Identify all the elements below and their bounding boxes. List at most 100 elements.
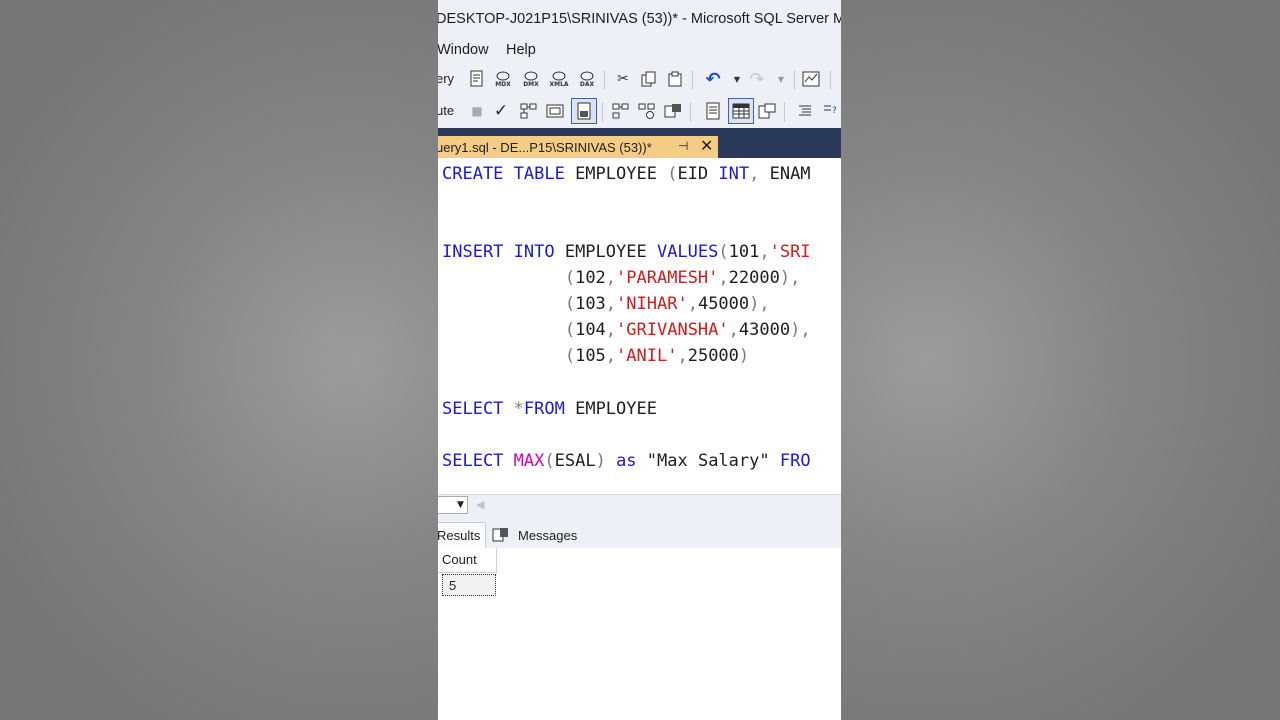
code-token: (	[564, 320, 576, 340]
code-token: ESAL	[554, 451, 596, 471]
code-token: SELECT	[442, 451, 514, 471]
client-stats-icon[interactable]	[664, 102, 682, 120]
code-token: )	[738, 346, 750, 366]
pin-icon[interactable]: ⊣	[678, 139, 688, 153]
live-stats-icon[interactable]	[638, 102, 656, 120]
new-query-label[interactable]: ery	[438, 71, 454, 86]
tab-results-label: Results	[438, 528, 481, 543]
tab-query1[interactable]: uery1.sql - DE...P15\SRINIVAS (53))* ⊣ ✕	[438, 136, 718, 158]
code-token: (	[544, 451, 555, 471]
toolbar-separator	[602, 102, 603, 122]
cut-icon[interactable]: ✂	[614, 70, 632, 88]
undo-dropdown-icon[interactable]: ▼	[728, 70, 746, 88]
code-token: (	[564, 268, 576, 288]
scroll-left-icon[interactable]: ◀	[476, 498, 484, 511]
code-line: INSERT INTO EMPLOYEE VALUES(101,'SRI	[442, 242, 811, 262]
comment-icon[interactable]	[796, 102, 814, 120]
query-options-icon[interactable]	[546, 102, 564, 120]
dmx-icon-text: DMX	[523, 80, 539, 88]
uncomment-icon[interactable]: ?	[822, 102, 840, 120]
code-token: EID	[677, 164, 719, 184]
code-line: (102,'PARAMESH',22000),	[442, 268, 801, 288]
tab-messages-label: Messages	[518, 528, 578, 543]
paste-icon[interactable]	[666, 70, 684, 88]
code-token: )	[595, 451, 617, 471]
tab-query1-label: uery1.sql - DE...P15\SRINIVAS (53))*	[438, 140, 652, 155]
header-divider	[438, 572, 496, 573]
code-token: INT	[718, 164, 750, 184]
menu-item-help[interactable]: Help	[506, 42, 536, 58]
redo-dropdown-icon[interactable]: ▼	[772, 70, 790, 88]
tab-results[interactable]: Results	[438, 522, 486, 549]
copy-icon[interactable]	[640, 70, 658, 88]
results-grid-icon[interactable]	[732, 102, 750, 120]
code-token: ),	[749, 294, 770, 314]
results-tab-bar: Results Messages	[438, 516, 841, 549]
redo-icon[interactable]: ↷	[748, 69, 766, 90]
display-plan-icon[interactable]	[520, 102, 538, 120]
code-token: FRO	[779, 451, 811, 471]
execute-label[interactable]: ute	[438, 103, 454, 118]
results-grid: Count 5	[438, 548, 841, 720]
code-token: ,	[605, 268, 617, 288]
background-left	[0, 0, 438, 720]
query-editor[interactable]: CREATE TABLE EMPLOYEE (EID INT, ENAM INS…	[438, 158, 841, 494]
code-token: 104	[575, 320, 606, 340]
messages-icon	[492, 527, 510, 547]
code-token: 'ANIL'	[616, 346, 678, 366]
grid-cell-value: 5	[449, 578, 457, 593]
new-query-icon[interactable]	[468, 70, 486, 88]
ssms-window: DESKTOP-J021P15\SRINIVAS (53))* - Micros…	[438, 0, 841, 720]
grid-cell-selected[interactable]: 5	[442, 574, 496, 596]
mdx-icon[interactable]: MDX	[494, 70, 512, 88]
xmla-icon[interactable]: XMLA	[549, 70, 569, 88]
column-header-count[interactable]: Count	[442, 552, 477, 567]
include-plan-icon[interactable]	[612, 102, 630, 120]
code-line: (105,'ANIL',25000)	[442, 346, 749, 366]
code-token: INSERT INTO	[442, 242, 565, 262]
title-bar: DESKTOP-J021P15\SRINIVAS (53))* - Micros…	[438, 0, 841, 38]
mdx-icon-text: MDX	[495, 80, 511, 88]
code-token: 102	[575, 268, 606, 288]
code-token: ,	[718, 268, 729, 288]
code-token: 'NIHAR'	[616, 294, 688, 314]
dmx-icon[interactable]: DMX	[522, 70, 540, 88]
code-token: VALUES	[656, 242, 719, 262]
svg-text:?: ?	[832, 106, 837, 116]
code-token: *	[513, 399, 524, 419]
code-line: SELECT *FROM EMPLOYEE	[442, 399, 657, 419]
code-token: 105	[575, 346, 606, 366]
code-token: EMPLOYEE	[575, 164, 668, 184]
code-token: as	[616, 451, 647, 471]
close-icon[interactable]: ✕	[700, 136, 713, 155]
results-to-text-icon[interactable]	[704, 102, 722, 120]
code-token: ,	[759, 242, 770, 262]
code-token: ),	[779, 268, 801, 288]
code-token: ,	[749, 164, 770, 184]
undo-icon[interactable]: ↶	[704, 69, 722, 90]
code-token: ),	[790, 320, 811, 340]
results-to-grid-icon[interactable]	[575, 102, 593, 120]
menu-item-window[interactable]: Window	[438, 42, 489, 58]
code-line: SELECT MAX(ESAL) as "Max Salary" FRO	[442, 451, 811, 471]
chevron-down-icon: ▼	[457, 500, 464, 510]
parse-check-icon[interactable]: ✓	[492, 101, 510, 121]
window-title: DESKTOP-J021P15\SRINIVAS (53))* - Micros…	[438, 11, 841, 27]
standard-toolbar: ery MDX DMX XMLA DAX ✂ ↶ ▼ ↷ ▼	[438, 64, 841, 94]
column-separator	[496, 548, 497, 574]
stop-icon[interactable]: ■	[468, 102, 486, 120]
code-token: (	[564, 294, 576, 314]
activity-monitor-icon[interactable]	[802, 70, 820, 88]
menu-bar: Window Help	[438, 38, 841, 64]
toolbar-separator	[690, 102, 691, 122]
results-file-icon[interactable]	[758, 102, 776, 120]
toolbar-separator	[830, 70, 831, 90]
dax-icon[interactable]: DAX	[578, 70, 596, 88]
code-token: FROM	[523, 399, 576, 419]
code-token: 101	[728, 242, 760, 262]
zoom-dropdown[interactable]: ▼	[438, 496, 468, 514]
code-token: 43000	[738, 320, 791, 340]
